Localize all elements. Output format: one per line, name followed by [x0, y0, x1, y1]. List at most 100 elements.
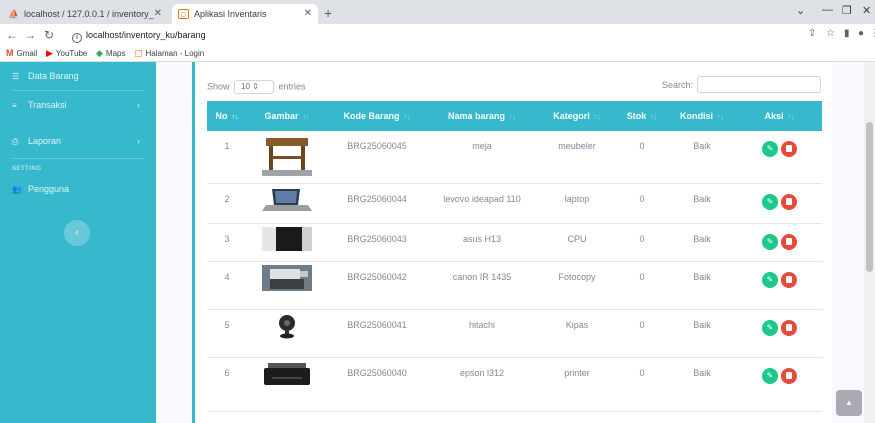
menu-icon[interactable]: ⋮	[870, 28, 875, 39]
delete-button[interactable]	[781, 319, 797, 336]
cell-kategori: Fotocopy	[537, 261, 617, 310]
edit-button[interactable]: ✎	[762, 319, 778, 336]
phpmyadmin-icon: ⛵	[8, 9, 20, 19]
chevron-right-icon[interactable]: ›	[137, 136, 140, 146]
column-header-stok[interactable]: Stok ↑↓	[617, 101, 667, 131]
cell-kondisi: Baik	[667, 357, 737, 412]
chevron-down-icon[interactable]: ⌄	[796, 4, 805, 17]
cell-stok: 0	[617, 261, 667, 310]
app-favicon-icon: ▢	[134, 48, 143, 58]
youtube-icon: ▶	[46, 48, 53, 58]
sort-icon: ↑↓	[509, 114, 517, 121]
restore-icon[interactable]: ❐	[842, 4, 852, 17]
column-header-nama[interactable]: Nama barang ↑↓	[427, 101, 537, 131]
sidebar-item-data-barang[interactable]: ☰ Data Barang	[12, 71, 79, 81]
sidebar-toggle-button[interactable]: ‹	[64, 220, 90, 246]
delete-button[interactable]	[781, 271, 797, 288]
cell-kategori: meubeler	[537, 131, 617, 184]
bookmark-login[interactable]: ▢ Halaman - Login	[134, 46, 204, 61]
bookmark-youtube[interactable]: ▶ YouTube	[46, 46, 87, 61]
reload-icon[interactable]: ↻	[44, 27, 54, 43]
cell-nama: meja	[427, 131, 537, 184]
table-row: 5 BRG25060041 hitachi Kipas 0 Baik ✎	[207, 309, 822, 358]
cell-nama: asus H13	[427, 223, 537, 262]
sidepanel-icon[interactable]: ▮	[844, 28, 850, 39]
star-icon[interactable]: ☆	[826, 28, 835, 39]
browser-tab-bar: ⛵ localhost / 127.0.0.1 / inventory_ ✕ ▢…	[0, 0, 875, 24]
sidebar-item-pengguna[interactable]: 👥 Pengguna	[12, 184, 69, 194]
entries-select[interactable]: 10 ⇕	[234, 80, 275, 94]
item-thumbnail[interactable]	[262, 226, 312, 253]
cell-aksi: ✎	[737, 309, 822, 358]
sidebar-divider	[12, 90, 144, 91]
url-input[interactable]: i localhost/inventory_ku/barang	[72, 27, 792, 43]
close-icon[interactable]: ✕	[304, 4, 312, 24]
users-icon: 👥	[12, 185, 22, 194]
profile-icon[interactable]: ●	[858, 28, 864, 39]
table-header-row: No ↑↓ Gambar ↑↓ Kode Barang ↑↓ Nama barang ↑…	[207, 101, 822, 131]
item-thumbnail[interactable]	[262, 134, 312, 178]
cell-nama: epson l312	[427, 357, 537, 412]
search-input[interactable]	[697, 76, 821, 93]
column-header-no[interactable]: No ↑↓	[207, 101, 247, 131]
sidebar-heading-setting: SETTING	[12, 166, 42, 172]
cell-kode: BRG25060040	[327, 357, 427, 412]
cell-kondisi: Baik	[667, 183, 737, 224]
window-close-icon[interactable]: ✕	[862, 4, 871, 17]
cell-nama: hitachi	[427, 309, 537, 358]
info-icon[interactable]: i	[72, 33, 82, 43]
share-icon[interactable]: ⇪	[808, 28, 816, 39]
column-header-kategori[interactable]: Kategori ↑↓	[537, 101, 617, 131]
item-thumbnail[interactable]	[262, 187, 312, 215]
edit-button[interactable]: ✎	[762, 367, 778, 384]
item-thumbnail[interactable]	[262, 264, 312, 293]
sidebar-item-transaksi[interactable]: ≡ Transaksi	[12, 100, 67, 110]
scroll-to-top-button[interactable]: ▲	[836, 390, 862, 416]
cell-gambar	[247, 357, 327, 412]
app-favicon-icon: ▢	[178, 9, 189, 19]
column-header-kondisi[interactable]: Kondisi ↑↓	[667, 101, 737, 131]
bookmark-gmail[interactable]: M Gmail	[6, 46, 37, 61]
cell-no: 2	[207, 183, 247, 224]
cell-kondisi: Baik	[667, 223, 737, 262]
table-row: 2 BRG25060044 levovo ideapad 110 laptop 0 Bai…	[207, 183, 822, 224]
cell-kategori: printer	[537, 357, 617, 412]
edit-button[interactable]: ✎	[762, 271, 778, 288]
tab-title: localhost / 127.0.0.1 / inventory_	[24, 9, 154, 19]
cell-stok: 0	[617, 309, 667, 358]
close-icon[interactable]: ✕	[154, 4, 162, 24]
sidebar-item-laporan[interactable]: ⎙ Laporan	[12, 136, 61, 147]
column-header-gambar[interactable]: Gambar ↑↓	[247, 101, 327, 131]
scrollbar-thumb[interactable]	[866, 122, 873, 272]
delete-button[interactable]	[781, 141, 797, 157]
item-thumbnail[interactable]	[262, 361, 312, 389]
item-thumbnail[interactable]	[262, 313, 312, 341]
table-row: 1 BRG25060045 meja meubeler 0 Baik ✎	[207, 131, 822, 184]
edit-button[interactable]: ✎	[762, 193, 778, 210]
delete-button[interactable]	[781, 367, 797, 384]
browser-tab-phpmyadmin[interactable]: ⛵ localhost / 127.0.0.1 / inventory_ ✕	[2, 4, 168, 24]
table-row: 4 BRG25060042 canon IR 1435 Fotocopy 0 Baik ✎	[207, 261, 822, 310]
bookmarks-bar: M Gmail ▶ YouTube ◆ Maps ▢ Halaman - Login	[0, 46, 875, 62]
cell-stok: 0	[617, 223, 667, 262]
table-row: 3 BRG25060043 asus H13 CPU 0 Baik ✎	[207, 223, 822, 262]
new-tab-button[interactable]: +	[324, 4, 332, 22]
browser-tab-inventaris[interactable]: ▢ Aplikasi Inventaris ✕	[172, 4, 318, 24]
forward-icon[interactable]: →	[24, 27, 36, 43]
minimize-icon[interactable]: —	[822, 4, 833, 16]
table-row: 6 BRG25060040 epson l312 printer 0 Baik ✎	[207, 357, 822, 412]
bookmark-maps[interactable]: ◆ Maps	[96, 46, 125, 61]
column-header-kode[interactable]: Kode Barang ↑↓	[327, 101, 427, 131]
delete-button[interactable]	[781, 233, 797, 250]
search-label: Search:	[662, 80, 694, 90]
column-header-aksi[interactable]: Aksi ↑↓	[737, 101, 822, 131]
cell-kondisi: Baik	[667, 309, 737, 358]
back-icon[interactable]: ←	[6, 27, 18, 43]
cell-no: 4	[207, 261, 247, 310]
edit-button[interactable]: ✎	[762, 233, 778, 250]
edit-button[interactable]: ✎	[762, 141, 778, 157]
sort-icon: ↑↓	[302, 114, 310, 121]
delete-button[interactable]	[781, 193, 797, 210]
chevron-right-icon[interactable]: ›	[137, 100, 140, 110]
page-scrollbar[interactable]	[864, 62, 875, 423]
